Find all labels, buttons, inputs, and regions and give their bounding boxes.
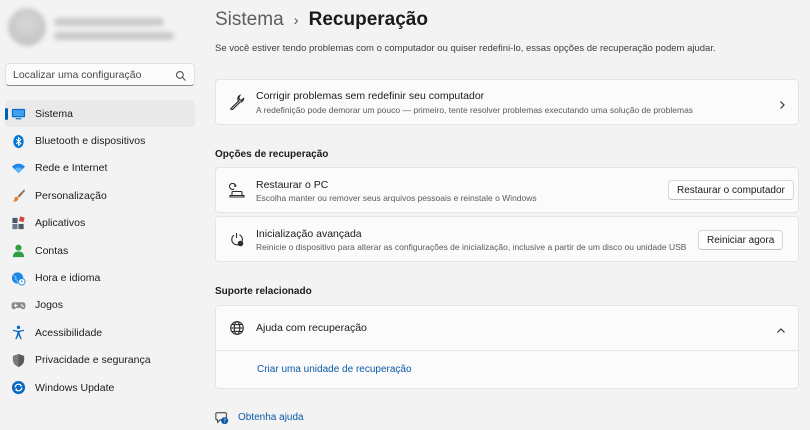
apps-icon [11, 216, 26, 231]
sidebar-item-label: Contas [35, 244, 69, 257]
sidebar-item-label: Acessibilidade [35, 326, 103, 339]
sidebar-item-windows-update[interactable]: Windows Update [5, 374, 195, 401]
advanced-startup-card: Inicialização avançada Reinicie o dispos… [215, 216, 799, 262]
person-icon [11, 243, 26, 258]
breadcrumb-parent[interactable]: Sistema [215, 9, 284, 31]
related-support-heading: Suporte relacionado [215, 286, 312, 297]
search-icon[interactable] [175, 69, 187, 81]
reset-pc-card: Restaurar o PC Escolha manter ou remover… [215, 167, 799, 213]
restart-now-button[interactable]: Reiniciar agora [698, 230, 784, 250]
wrench-icon [229, 94, 245, 111]
sidebar-item-label: Aplicativos [35, 217, 86, 230]
sidebar: Sistema Bluetooth e dispositivos Rede e … [0, 0, 202, 430]
reset-pc-icon [229, 182, 245, 199]
advanced-startup-icon [229, 232, 245, 248]
shield-icon [11, 353, 26, 368]
advanced-startup-title: Inicialização avançada [256, 228, 362, 240]
sidebar-item-label: Privacidade e segurança [35, 354, 151, 367]
intro-text: Se você estiver tendo problemas com o co… [215, 43, 716, 54]
search-input[interactable] [13, 68, 175, 81]
breadcrumb: Sistema › Recuperação [215, 5, 428, 35]
accessibility-icon [11, 325, 26, 340]
sidebar-item-rede[interactable]: Rede e Internet [5, 155, 195, 182]
chevron-up-icon[interactable] [776, 323, 786, 333]
sidebar-item-aplicativos[interactable]: Aplicativos [5, 210, 195, 237]
wifi-icon [11, 161, 26, 176]
sidebar-item-label: Bluetooth e dispositivos [35, 135, 146, 148]
sidebar-item-label: Personalização [35, 189, 107, 202]
get-help-link[interactable]: Obtenha ajuda [238, 412, 304, 423]
expander-divider [216, 350, 798, 351]
sidebar-item-label: Rede e Internet [35, 162, 108, 175]
reset-pc-title: Restaurar o PC [256, 179, 329, 191]
update-icon [11, 380, 26, 395]
page-title: Recuperação [308, 9, 428, 30]
globe-icon [229, 320, 245, 336]
sidebar-item-privacidade[interactable]: Privacidade e segurança [5, 347, 195, 374]
gamepad-icon [11, 298, 26, 313]
sidebar-item-sistema[interactable]: Sistema [5, 100, 195, 128]
chevron-right-icon [777, 97, 787, 109]
sidebar-item-personalizacao[interactable]: Personalização [5, 182, 195, 209]
globe-clock-icon [11, 271, 26, 286]
sidebar-item-jogos[interactable]: Jogos [5, 292, 195, 319]
create-recovery-drive-link[interactable]: Criar uma unidade de recuperação [257, 364, 412, 375]
sidebar-item-acessibilidade[interactable]: Acessibilidade [5, 319, 195, 346]
sidebar-item-bluetooth[interactable]: Bluetooth e dispositivos [5, 127, 195, 154]
recovery-help-header[interactable]: Ajuda com recuperação [216, 306, 798, 350]
sidebar-item-hora-idioma[interactable]: Hora e idioma [5, 264, 195, 291]
sidebar-item-label: Sistema [35, 107, 73, 120]
blurred-user-email [54, 32, 174, 40]
sidebar-item-label: Hora e idioma [35, 272, 101, 285]
sidebar-item-label: Windows Update [35, 381, 115, 394]
svg-text:?: ? [223, 419, 226, 425]
reset-pc-description: Escolha manter ou remover seus arquivos … [256, 193, 537, 203]
user-profile[interactable] [8, 8, 178, 48]
blurred-user-name [54, 18, 164, 26]
system-icon [11, 106, 26, 121]
recovery-options-heading: Opções de recuperação [215, 149, 329, 160]
paintbrush-icon [11, 188, 26, 203]
troubleshoot-card[interactable]: Corrigir problemas sem redefinir seu com… [215, 79, 799, 125]
sidebar-nav: Sistema Bluetooth e dispositivos Rede e … [5, 100, 195, 401]
recovery-help-title: Ajuda com recuperação [256, 322, 367, 334]
help-icon: ? [215, 411, 229, 425]
breadcrumb-separator: › [293, 11, 299, 29]
troubleshoot-description: A redefinição pode demorar um pouco — pr… [256, 105, 694, 115]
avatar [8, 8, 46, 46]
recovery-help-expander: Ajuda com recuperação Criar uma unidade … [215, 305, 799, 389]
sidebar-item-label: Jogos [35, 299, 64, 312]
bluetooth-icon [11, 134, 26, 149]
troubleshoot-title: Corrigir problemas sem redefinir seu com… [256, 90, 485, 102]
sidebar-item-contas[interactable]: Contas [5, 237, 195, 264]
advanced-startup-description: Reinicie o dispositivo para alterar as c… [256, 242, 687, 252]
settings-search[interactable] [5, 63, 195, 86]
reset-pc-button[interactable]: Restaurar o computador [668, 180, 794, 200]
